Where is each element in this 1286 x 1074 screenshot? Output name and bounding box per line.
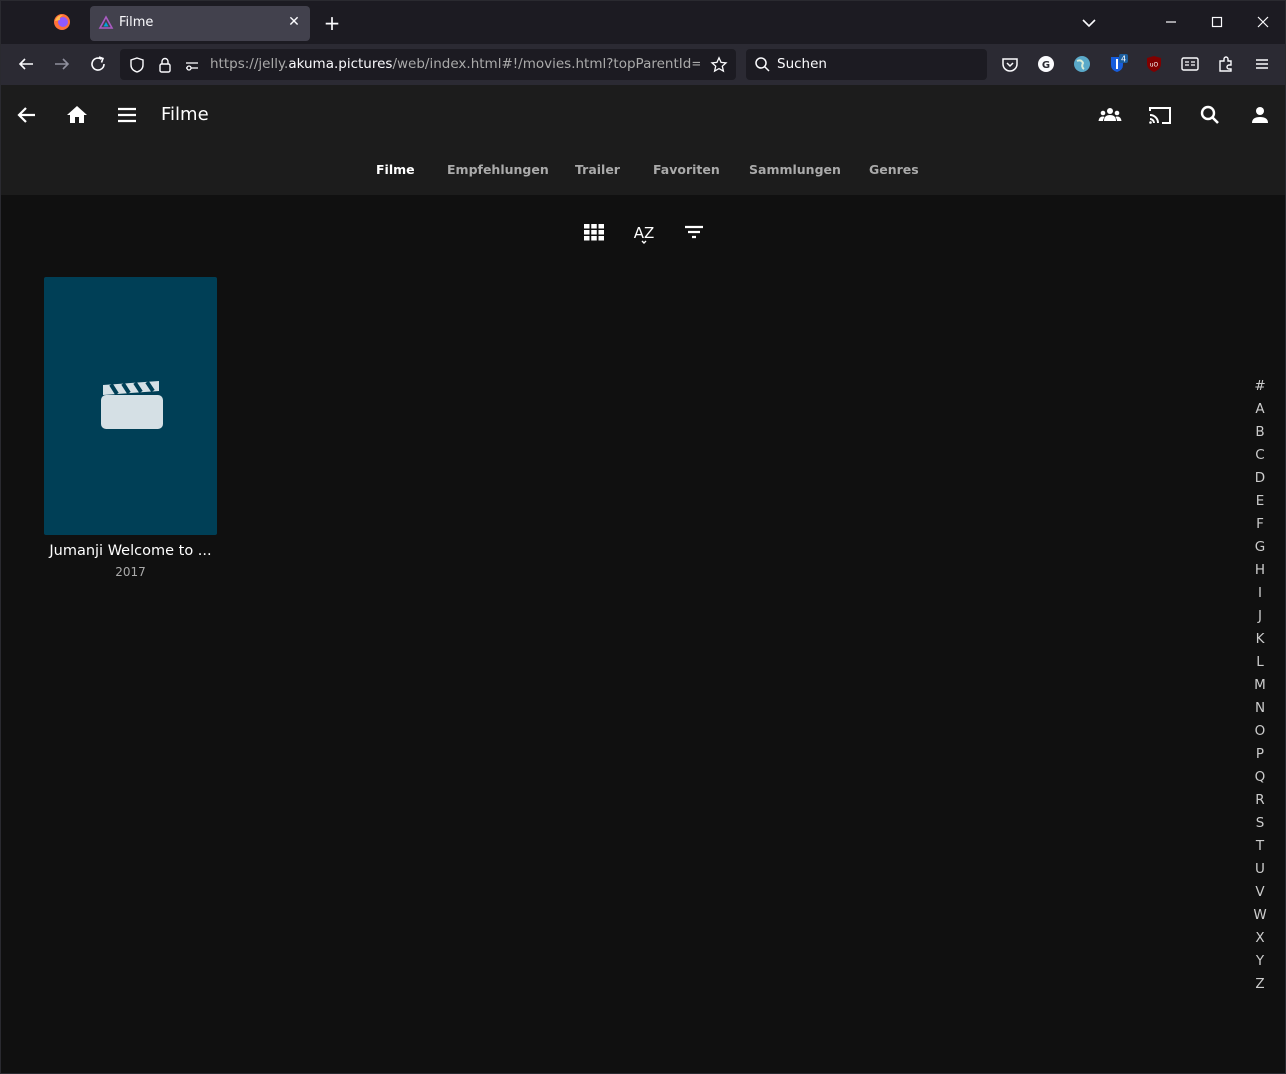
alpha-letter[interactable]: Q [1249, 766, 1271, 789]
ublock-origin-extension-icon[interactable]: uO [1144, 54, 1164, 74]
alpha-letter[interactable]: X [1249, 927, 1271, 950]
alpha-letter[interactable]: P [1249, 743, 1271, 766]
alpha-letter[interactable]: V [1249, 881, 1271, 904]
alpha-letter[interactable]: J [1249, 605, 1271, 628]
alpha-letter[interactable]: R [1249, 789, 1271, 812]
tab-trailer[interactable]: Trailer [575, 162, 620, 177]
alpha-letter[interactable]: C [1249, 444, 1271, 467]
tab-title: Filme [119, 15, 154, 30]
extensions-puzzle-icon[interactable] [1216, 54, 1236, 74]
movie-title[interactable]: Jumanji Welcome to ... [44, 543, 217, 559]
svg-text:G: G [1042, 60, 1050, 71]
bookmark-star-icon[interactable] [710, 56, 728, 74]
alpha-letter[interactable]: O [1249, 720, 1271, 743]
sort-label: AZ [634, 224, 655, 242]
list-all-tabs-icon[interactable] [1079, 13, 1099, 33]
firefox-logo-icon[interactable] [53, 13, 71, 31]
pocket-icon[interactable] [1000, 54, 1020, 74]
app-menu-icon[interactable] [1252, 54, 1272, 74]
url-path: /web/index.html#!/movies.html?topParentI… [392, 56, 700, 72]
browser-tab-filme[interactable]: Filme ✕ [90, 6, 310, 41]
alpha-letter[interactable]: U [1249, 858, 1271, 881]
grammarly-extension-icon[interactable]: G [1036, 54, 1056, 74]
search-placeholder: Suchen [777, 56, 827, 72]
address-bar[interactable]: https://jelly.akuma.pictures/web/index.h… [120, 49, 736, 80]
browser-navigation-bar: https://jelly.akuma.pictures/web/index.h… [0, 44, 1286, 85]
tab-sammlungen[interactable]: Sammlungen [749, 162, 841, 177]
tab-favoriten[interactable]: Favoriten [653, 162, 720, 177]
bitwarden-extension-icon[interactable]: 4 [1108, 54, 1128, 74]
tab-empfehlungen[interactable]: Empfehlungen [447, 162, 549, 177]
alpha-letter[interactable]: B [1249, 421, 1271, 444]
alpha-letter[interactable]: W [1249, 904, 1271, 927]
app-header: Filme Filme Empfehlungen Trailer Favorit… [0, 85, 1286, 195]
close-window-icon[interactable] [1253, 12, 1273, 32]
search-icon[interactable] [1198, 103, 1222, 127]
filter-icon[interactable] [682, 220, 706, 244]
alpha-letter[interactable]: A [1249, 398, 1271, 421]
hamburger-menu-icon[interactable] [115, 103, 139, 127]
ublock-label: uO [1150, 62, 1159, 69]
jellyfin-favicon-icon [98, 15, 114, 29]
url-prefix: https://jelly. [210, 56, 289, 72]
alpha-letter[interactable]: G [1249, 536, 1271, 559]
reader-view-extension-icon[interactable] [1180, 54, 1200, 74]
tab-genres[interactable]: Genres [869, 162, 919, 177]
alpha-letter[interactable]: # [1249, 375, 1271, 398]
alpha-letter[interactable]: H [1249, 559, 1271, 582]
clapperboard-icon [101, 380, 163, 429]
alpha-letter[interactable]: Z [1249, 973, 1271, 996]
alpha-letter[interactable]: I [1249, 582, 1271, 605]
alpha-letter[interactable]: N [1249, 697, 1271, 720]
page-title: Filme [161, 104, 209, 125]
movie-card-poster[interactable] [44, 277, 217, 535]
alpha-letter[interactable]: L [1249, 651, 1271, 674]
lock-icon[interactable] [156, 56, 174, 74]
alpha-letter[interactable]: S [1249, 812, 1271, 835]
back-arrow-icon[interactable] [15, 103, 39, 127]
new-tab-button[interactable]: + [321, 12, 343, 34]
library-content: AZ Jumanji Welcome to ... 2017 # A B C D… [0, 195, 1286, 1074]
close-tab-icon[interactable]: ✕ [286, 14, 302, 30]
sort-az-icon[interactable]: AZ [632, 220, 656, 244]
tab-filme[interactable]: Filme [376, 162, 415, 177]
back-arrow-icon[interactable] [16, 54, 36, 74]
minimize-window-icon[interactable] [1161, 12, 1181, 32]
site-permissions-icon[interactable] [183, 56, 201, 74]
tracking-protection-shield-icon[interactable] [128, 56, 146, 74]
search-bar[interactable]: Suchen [746, 49, 987, 80]
alpha-letter[interactable]: T [1249, 835, 1271, 858]
library-tabs: Filme Empfehlungen Trailer Favoriten Sam… [1, 159, 1286, 183]
alpha-letter[interactable]: Y [1249, 950, 1271, 973]
alpha-letter[interactable]: K [1249, 628, 1271, 651]
alpha-letter[interactable]: E [1249, 490, 1271, 513]
cast-icon[interactable] [1148, 103, 1172, 127]
home-icon[interactable] [65, 103, 89, 127]
alpha-letter[interactable]: D [1249, 467, 1271, 490]
globe-extension-icon[interactable] [1072, 54, 1092, 74]
browser-tab-strip: Filme ✕ + [0, 0, 1286, 44]
reload-icon[interactable] [88, 54, 108, 74]
forward-arrow-icon[interactable] [52, 54, 72, 74]
syncplay-group-icon[interactable] [1098, 103, 1122, 127]
search-icon [755, 57, 770, 72]
alpha-letter[interactable]: M [1249, 674, 1271, 697]
view-grid-icon[interactable] [582, 220, 606, 244]
alphabet-picker: # A B C D E F G H I J K L M N O P Q R S … [1249, 375, 1271, 996]
extension-badge: 4 [1121, 55, 1126, 64]
alpha-letter[interactable]: F [1249, 513, 1271, 536]
maximize-window-icon[interactable] [1207, 12, 1227, 32]
user-profile-icon[interactable] [1248, 103, 1272, 127]
url-domain: akuma.pictures [288, 56, 393, 72]
movie-year: 2017 [115, 565, 146, 579]
url-text[interactable]: https://jelly.akuma.pictures/web/index.h… [210, 56, 700, 72]
